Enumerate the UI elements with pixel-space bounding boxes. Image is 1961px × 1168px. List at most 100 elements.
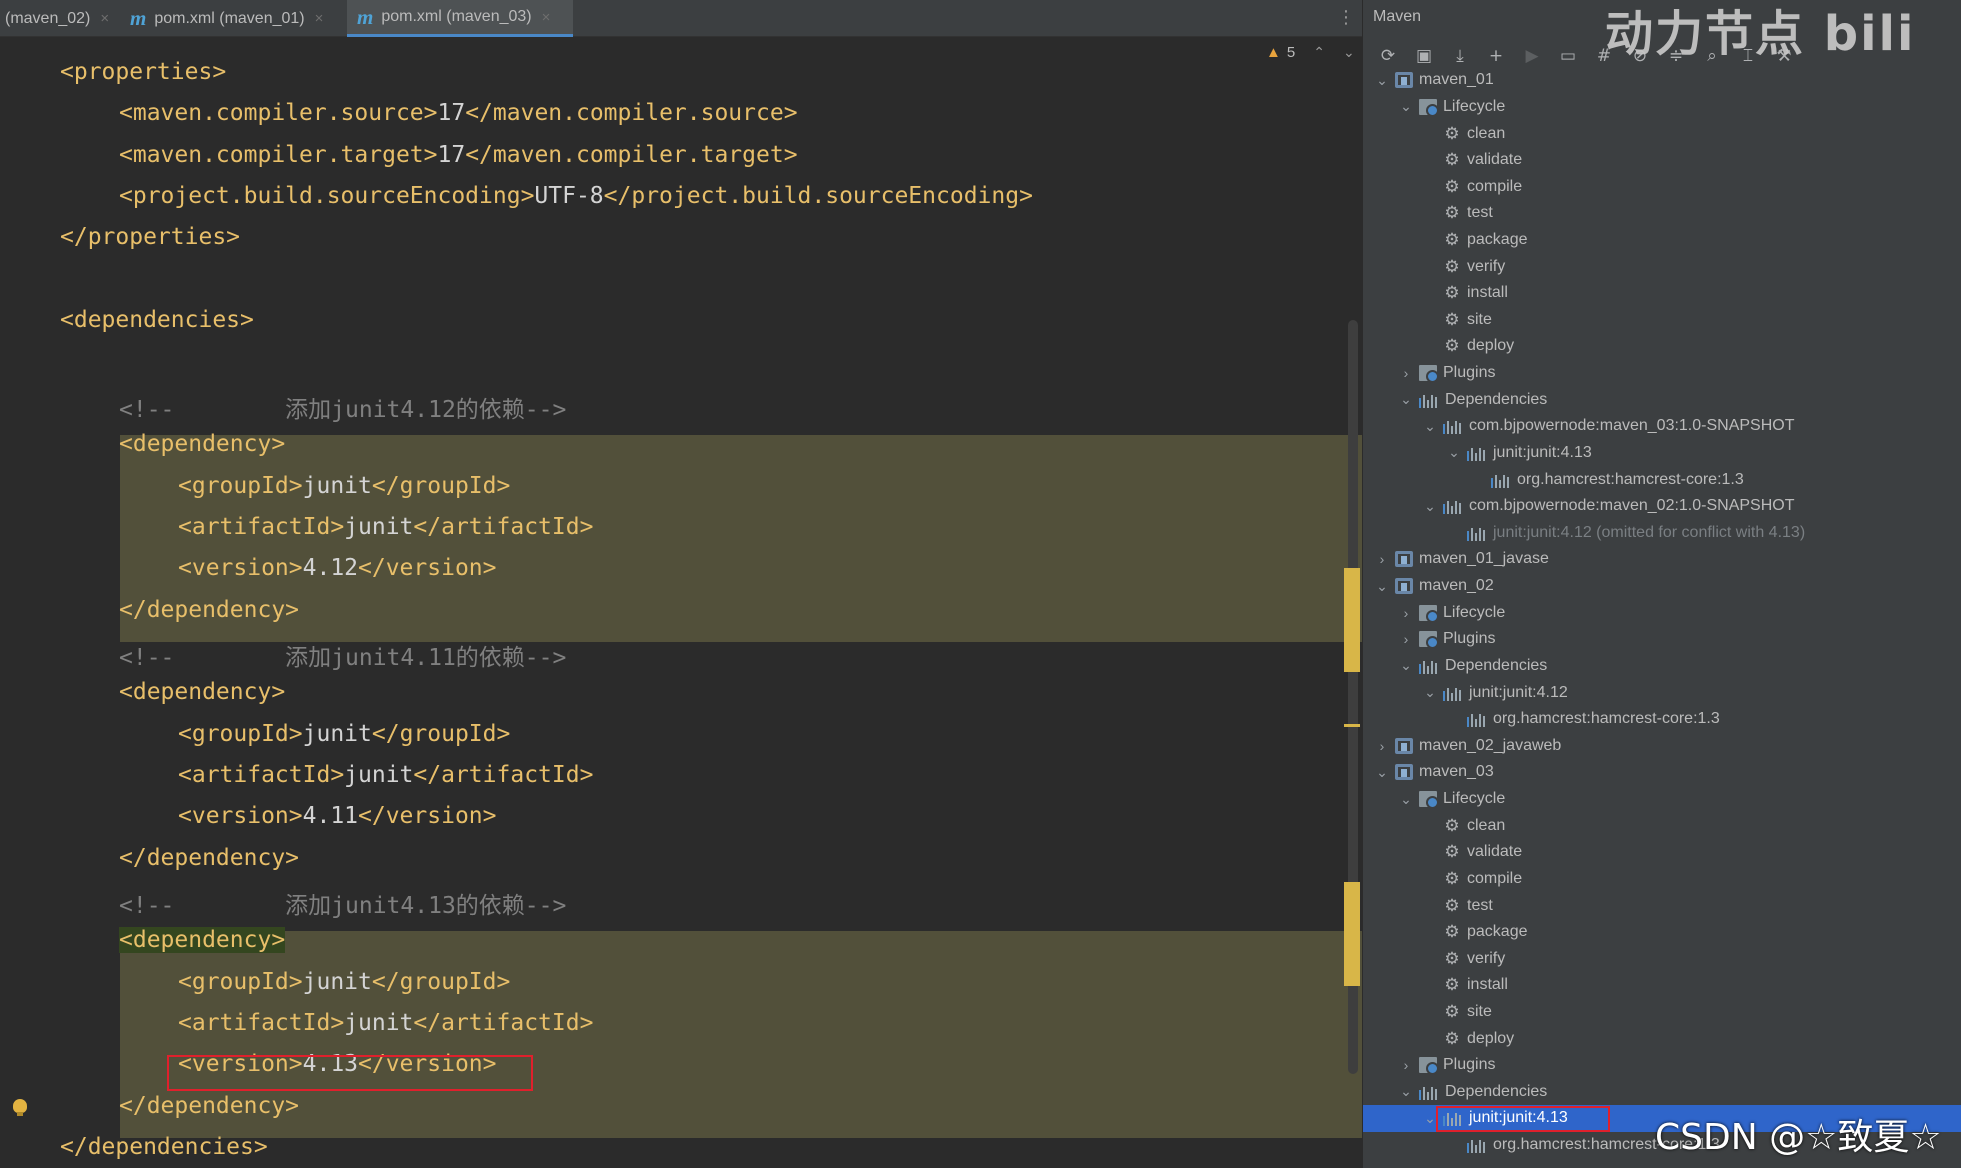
code-line[interactable]: <dependencies>	[60, 307, 254, 348]
tree-node[interactable]: ⚙ deploy	[1363, 333, 1961, 360]
code-line[interactable]: <!-- 添加junit4.11的依赖-->	[119, 638, 566, 679]
tree-node[interactable]: › Plugins	[1363, 626, 1961, 653]
code-line[interactable]: <!-- 添加junit4.13的依赖-->	[119, 886, 566, 927]
tree-node[interactable]: ⚙ test	[1363, 892, 1961, 919]
tree-node[interactable]: ⚙ compile	[1363, 173, 1961, 200]
tree-node[interactable]: ⚙ install	[1363, 972, 1961, 999]
tree-node[interactable]: org.hamcrest:hamcrest-core:1.3	[1363, 466, 1961, 493]
tab-pom-maven-01[interactable]: m pom.xml (maven_01) ×	[130, 0, 340, 37]
tree-node[interactable]: ⌄ maven_03	[1363, 759, 1961, 786]
expand-arrow-icon[interactable]: ⌄	[1445, 444, 1463, 461]
tree-node[interactable]: ⌄ junit:junit:4.13	[1363, 440, 1961, 467]
tree-node[interactable]: ⚙ site	[1363, 307, 1961, 334]
code-editor[interactable]: (maven_02) × m pom.xml (maven_01) × m po…	[0, 0, 1362, 1168]
code-line[interactable]: <dependency>	[119, 927, 286, 968]
code-line[interactable]: <project.build.sourceEncoding>UTF-8</pro…	[119, 183, 1033, 224]
more-tabs-icon[interactable]: ⋮	[1337, 7, 1355, 28]
tree-node[interactable]: › maven_01_javase	[1363, 546, 1961, 573]
code-line[interactable]: <artifactId>junit</artifactId>	[178, 1010, 593, 1051]
next-highlight-icon[interactable]: ⌄	[1343, 44, 1355, 61]
tree-node[interactable]: ⌄ junit:junit:4.12	[1363, 679, 1961, 706]
inspection-widget[interactable]: ▲ 5 ⌃ ⌄	[1266, 44, 1355, 61]
code-line[interactable]: </dependency>	[119, 845, 299, 886]
expand-arrow-icon[interactable]: ⌄	[1397, 391, 1415, 408]
tree-node[interactable]: ⚙ validate	[1363, 839, 1961, 866]
expand-arrow-icon[interactable]: ⌄	[1421, 418, 1439, 435]
tree-node[interactable]: org.hamcrest:hamcrest-core:1.3	[1363, 706, 1961, 733]
expand-arrow-icon[interactable]: ›	[1373, 551, 1391, 567]
tree-node[interactable]: ⌄ maven_02	[1363, 573, 1961, 600]
run-icon[interactable]: ▶	[1519, 44, 1545, 68]
expand-arrow-icon[interactable]: ⌄	[1373, 72, 1391, 89]
tree-node[interactable]: ⚙ compile	[1363, 866, 1961, 893]
tree-node[interactable]: ⚙ package	[1363, 227, 1961, 254]
code-line[interactable]: <artifactId>junit</artifactId>	[178, 514, 593, 555]
tab-pom-maven-03[interactable]: m pom.xml (maven_03) ×	[347, 0, 573, 37]
tree-node[interactable]: ⌄ com.bjpowernode:maven_03:1.0-SNAPSHOT	[1363, 413, 1961, 440]
expand-arrow-icon[interactable]: ⌄	[1397, 98, 1415, 115]
tree-node[interactable]: ⚙ verify	[1363, 945, 1961, 972]
tree-node-label: junit:junit:4.12	[1469, 683, 1568, 701]
tree-node[interactable]: ⚙ test	[1363, 200, 1961, 227]
tree-node[interactable]: › Plugins	[1363, 1052, 1961, 1079]
execute-goal-icon[interactable]: ▭	[1555, 44, 1581, 68]
code-line[interactable]: <groupId>junit</groupId>	[178, 721, 510, 762]
code-line[interactable]: <properties>	[60, 59, 226, 100]
tree-node[interactable]: ⌄ Lifecycle	[1363, 94, 1961, 121]
expand-arrow-icon[interactable]: ›	[1397, 1057, 1415, 1073]
add-icon[interactable]: +	[1483, 44, 1509, 68]
code-line[interactable]: <artifactId>junit</artifactId>	[178, 762, 593, 803]
expand-arrow-icon[interactable]: ›	[1373, 738, 1391, 754]
expand-arrow-icon[interactable]: ⌄	[1397, 791, 1415, 808]
previous-highlight-icon[interactable]: ⌃	[1313, 44, 1325, 61]
reload-icon[interactable]: ⟳	[1375, 44, 1401, 68]
tree-node[interactable]: ⚙ package	[1363, 919, 1961, 946]
expand-arrow-icon[interactable]: ⌄	[1373, 764, 1391, 781]
code-line[interactable]: </dependencies>	[60, 1134, 268, 1168]
code-line[interactable]: </dependency>	[119, 597, 299, 638]
tree-node[interactable]: ⌄ com.bjpowernode:maven_02:1.0-SNAPSHOT	[1363, 493, 1961, 520]
code-line[interactable]: <groupId>junit</groupId>	[178, 473, 510, 514]
code-line[interactable]: <maven.compiler.target>17</maven.compile…	[119, 142, 798, 183]
code-line[interactable]: <groupId>junit</groupId>	[178, 969, 510, 1010]
tree-node[interactable]: ⚙ clean	[1363, 120, 1961, 147]
code-line[interactable]: <!-- 添加junit4.12的依赖-->	[119, 390, 566, 431]
download-icon[interactable]: ⤓	[1447, 44, 1473, 68]
expand-arrow-icon[interactable]: ›	[1397, 365, 1415, 381]
code-line[interactable]: </properties>	[60, 224, 240, 265]
close-icon[interactable]: ×	[100, 10, 109, 27]
tree-node[interactable]: ⌄ Lifecycle	[1363, 786, 1961, 813]
tree-node[interactable]: ⚙ install	[1363, 280, 1961, 307]
tree-node[interactable]: ⌄ Dependencies	[1363, 653, 1961, 680]
close-icon[interactable]: ×	[542, 9, 551, 26]
expand-arrow-icon[interactable]: ›	[1397, 631, 1415, 647]
close-icon[interactable]: ×	[315, 10, 324, 27]
tree-node[interactable]: › Plugins	[1363, 360, 1961, 387]
expand-arrow-icon[interactable]: ⌄	[1421, 498, 1439, 515]
lightbulb-icon[interactable]	[13, 1099, 27, 1116]
code-line[interactable]: <maven.compiler.source>17</maven.compile…	[119, 100, 798, 141]
tree-node[interactable]: ⚙ clean	[1363, 812, 1961, 839]
tree-node[interactable]: junit:junit:4.12 (omitted for conflict w…	[1363, 520, 1961, 547]
code-line[interactable]: <version>4.11</version>	[178, 803, 497, 844]
expand-arrow-icon[interactable]: ⌄	[1421, 684, 1439, 701]
tree-node[interactable]: ⚙ validate	[1363, 147, 1961, 174]
expand-arrow-icon[interactable]: ›	[1397, 605, 1415, 621]
tree-node[interactable]: ⌄ Dependencies	[1363, 386, 1961, 413]
code-line[interactable]: <version>4.12</version>	[178, 555, 497, 596]
tree-node[interactable]: ⚙ site	[1363, 999, 1961, 1026]
expand-arrow-icon[interactable]: ⌄	[1397, 657, 1415, 674]
code-line[interactable]: <dependency>	[119, 679, 285, 720]
tree-node[interactable]: › Lifecycle	[1363, 599, 1961, 626]
code-line[interactable]: <dependency>	[119, 431, 285, 472]
add-folder-icon[interactable]: ▣	[1411, 44, 1437, 68]
tree-node[interactable]: ⌄ maven_01	[1363, 67, 1961, 94]
code-line[interactable]: </dependency>	[119, 1093, 299, 1134]
tree-node[interactable]: › maven_02_javaweb	[1363, 733, 1961, 760]
tree-node[interactable]: ⚙ deploy	[1363, 1025, 1961, 1052]
tree-node[interactable]: ⌄ Dependencies	[1363, 1079, 1961, 1106]
tab-maven-02[interactable]: (maven_02) ×	[0, 0, 109, 37]
expand-arrow-icon[interactable]: ⌄	[1373, 578, 1391, 595]
tree-node[interactable]: ⚙ verify	[1363, 253, 1961, 280]
expand-arrow-icon[interactable]: ⌄	[1397, 1083, 1415, 1100]
